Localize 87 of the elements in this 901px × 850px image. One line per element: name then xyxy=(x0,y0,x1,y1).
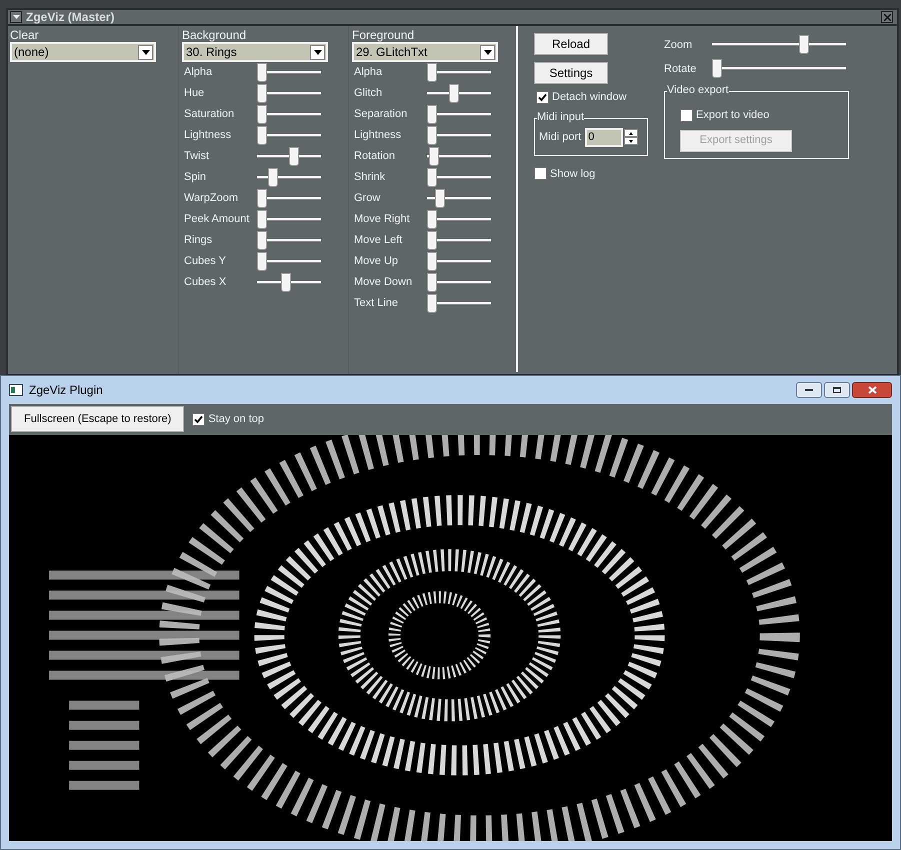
group-title: Video export xyxy=(667,84,729,97)
slider-thumb[interactable] xyxy=(427,62,437,82)
group-title: Midi input xyxy=(537,110,584,124)
checkbox[interactable] xyxy=(536,90,549,104)
window-title: ZgeViz Plugin xyxy=(29,382,103,399)
up-arrow-icon xyxy=(629,132,634,134)
slider-label: Saturation xyxy=(184,107,236,122)
slider-thumb[interactable] xyxy=(798,35,809,54)
minimize-button[interactable] xyxy=(796,382,822,398)
checkbox[interactable] xyxy=(192,412,206,426)
section-label: Clear xyxy=(10,28,40,42)
slider-label: Zoom xyxy=(664,38,694,53)
close-icon xyxy=(884,14,890,20)
checkbox-label: Stay on top xyxy=(208,412,264,427)
slider-thumb[interactable] xyxy=(257,126,267,144)
slider-label: Twist xyxy=(184,149,210,164)
slider-label: Cubes X xyxy=(184,275,228,290)
slider-label: Move Right xyxy=(354,212,411,228)
slider-thumb[interactable] xyxy=(257,188,267,208)
slider-label: Rotate xyxy=(664,62,698,77)
down-arrow-icon xyxy=(629,140,634,142)
slider-thumb[interactable] xyxy=(268,168,278,186)
slider-thumb[interactable] xyxy=(427,272,437,292)
slider-thumb[interactable] xyxy=(427,104,437,124)
slider-label: Rings xyxy=(184,233,214,248)
slider-label: Lightness xyxy=(354,128,402,144)
section-label: Background xyxy=(182,28,248,42)
fullscreen-button[interactable]: Fullscreen (Escape to restore) xyxy=(11,406,184,432)
slider-thumb[interactable] xyxy=(427,294,437,312)
slider-thumb[interactable] xyxy=(448,84,459,102)
slider-thumb[interactable] xyxy=(427,168,437,186)
slider-label: Move Down xyxy=(354,275,414,290)
slider-thumb[interactable] xyxy=(435,188,446,208)
slider-thumb[interactable] xyxy=(257,230,267,250)
midi-port-field[interactable]: 0 xyxy=(585,128,624,146)
slider-label: Shrink xyxy=(354,170,386,186)
slider-thumb[interactable] xyxy=(428,146,439,166)
slider-thumb[interactable] xyxy=(427,210,437,228)
slider-label: Move Up xyxy=(354,254,400,270)
dropdown[interactable]: 30. Rings xyxy=(182,42,328,62)
checkbox-label: Export to video xyxy=(696,108,770,123)
slider-label: Rotation xyxy=(354,149,396,164)
slider-thumb[interactable] xyxy=(257,252,267,270)
slider-thumb[interactable] xyxy=(257,84,267,102)
spin-buttons[interactable] xyxy=(624,129,638,145)
window-title: ZgeViz (Master) xyxy=(26,9,114,26)
app-icon xyxy=(9,384,23,396)
slider-thumb[interactable] xyxy=(289,146,300,166)
close-button[interactable] xyxy=(881,11,893,23)
slider-thumb[interactable] xyxy=(257,62,267,82)
slider-label: Lightness xyxy=(184,128,232,144)
slider-label: Glitch xyxy=(354,86,384,102)
slider-thumb[interactable] xyxy=(427,252,437,270)
checkbox-label: Show log xyxy=(550,166,596,182)
checkbox-label: Detach window xyxy=(552,90,627,105)
close-icon xyxy=(868,386,876,394)
checkmark-icon xyxy=(194,414,204,424)
collapse-button[interactable] xyxy=(10,11,22,23)
checkbox[interactable] xyxy=(680,108,693,122)
dropdown[interactable]: 29. GLitchTxt xyxy=(352,42,498,62)
slider-label: Spin xyxy=(184,170,208,186)
slider-thumb[interactable] xyxy=(281,272,292,292)
slider-label: Text Line xyxy=(354,296,400,312)
slider-thumb[interactable] xyxy=(257,104,267,124)
slider-thumb[interactable] xyxy=(427,126,437,144)
slider-label: Peek Amount xyxy=(184,212,250,228)
slider-thumb[interactable] xyxy=(257,210,267,228)
checkbox[interactable] xyxy=(534,167,547,180)
checkmark-icon xyxy=(538,92,547,102)
dropdown[interactable]: (none) xyxy=(10,42,156,62)
slider-thumb[interactable] xyxy=(427,230,437,250)
slider-label: Hue xyxy=(184,86,206,102)
slider-label: WarpZoom xyxy=(184,191,239,206)
maximize-button[interactable] xyxy=(824,382,850,398)
action-button[interactable]: Settings xyxy=(534,62,608,84)
slider-label: Alpha xyxy=(184,65,214,80)
slider-label: Alpha xyxy=(354,65,384,80)
action-button[interactable]: Reload xyxy=(534,33,608,55)
close-button[interactable] xyxy=(852,382,892,398)
slider-label: Separation xyxy=(354,107,408,122)
field-label: Midi port xyxy=(539,130,582,145)
slider-thumb[interactable] xyxy=(712,59,722,78)
slider-label: Cubes Y xyxy=(184,254,227,270)
slider-label: Grow xyxy=(354,191,382,206)
section-label: Foreground xyxy=(352,28,416,42)
slider-label: Move Left xyxy=(354,233,404,248)
caret-icon xyxy=(12,15,20,19)
